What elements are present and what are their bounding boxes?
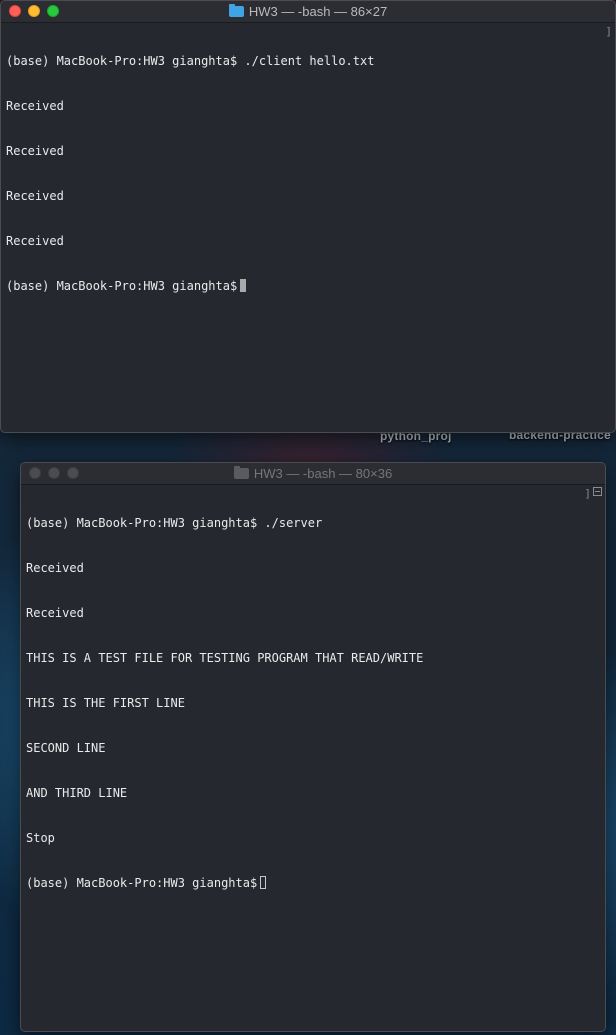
- terminal-line: (base) MacBook-Pro:HW3 gianghta$ ./clien…: [6, 54, 375, 68]
- terminal-line: AND THIRD LINE: [26, 786, 128, 800]
- prompt-text: (base) MacBook-Pro:HW3 gianghta$: [6, 279, 238, 293]
- terminal-line: Received: [6, 189, 64, 203]
- window-title: HW3 — -bash — 86×27: [1, 4, 615, 19]
- text-cursor: [260, 876, 267, 889]
- terminal-output[interactable]: (base) MacBook-Pro:HW3 gianghta$ ./clien…: [1, 23, 615, 432]
- terminal-output[interactable]: (base) MacBook-Pro:HW3 gianghta$ ./serve…: [21, 485, 605, 1031]
- terminal-line: Received: [26, 606, 84, 620]
- terminal-line: Received: [6, 234, 64, 248]
- folder-icon: [233, 466, 249, 479]
- terminal-line: THIS IS A TEST FILE FOR TESTING PROGRAM …: [26, 651, 424, 665]
- terminal-line: Received: [26, 561, 84, 575]
- terminal-line: Stop: [26, 831, 55, 845]
- terminal-window-server[interactable]: HW3 — -bash — 80×36 (base) MacBook-Pro:H…: [20, 462, 606, 1032]
- scroll-indicator[interactable]: ]: [584, 487, 591, 500]
- window-title: HW3 — -bash — 80×36: [21, 466, 605, 481]
- window-title-text: HW3 — -bash — 86×27: [248, 4, 388, 19]
- titlebar[interactable]: HW3 — -bash — 80×36: [21, 463, 605, 485]
- scroll-indicator[interactable]: ]: [605, 25, 612, 38]
- prompt-text: (base) MacBook-Pro:HW3 gianghta$: [26, 876, 258, 890]
- text-cursor: [240, 279, 247, 292]
- terminal-line: SECOND LINE: [26, 741, 106, 755]
- terminal-line: Received: [6, 99, 64, 113]
- terminal-window-client[interactable]: HW3 — -bash — 86×27 (base) MacBook-Pro:H…: [0, 0, 616, 433]
- terminal-line: THIS IS THE FIRST LINE: [26, 696, 185, 710]
- window-title-text: HW3 — -bash — 80×36: [253, 466, 393, 481]
- terminal-line: Received: [6, 144, 64, 158]
- split-pane-icon[interactable]: [593, 487, 602, 496]
- prompt-line[interactable]: (base) MacBook-Pro:HW3 gianghta$: [6, 279, 610, 294]
- terminal-line: (base) MacBook-Pro:HW3 gianghta$ ./serve…: [26, 516, 323, 530]
- prompt-line[interactable]: (base) MacBook-Pro:HW3 gianghta$: [26, 876, 600, 891]
- folder-icon: [228, 4, 244, 17]
- titlebar[interactable]: HW3 — -bash — 86×27: [1, 1, 615, 23]
